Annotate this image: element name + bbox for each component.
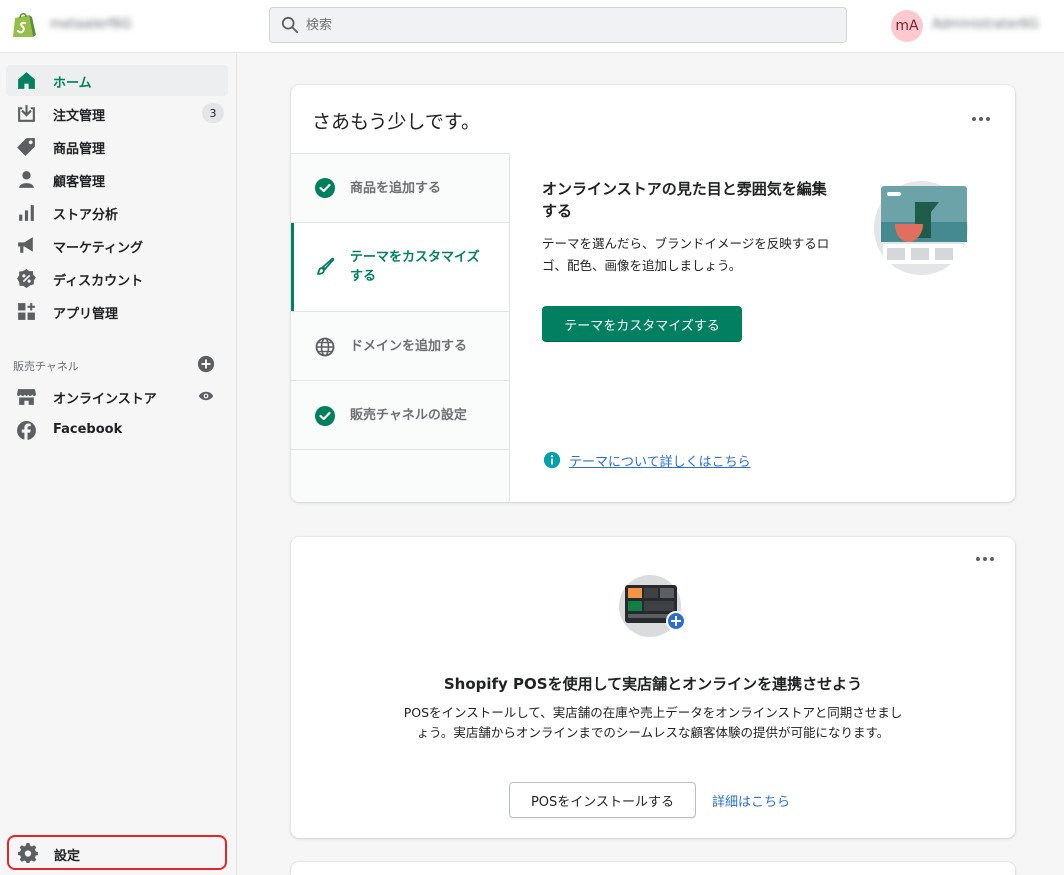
sidebar-item-home[interactable]: ホーム	[6, 65, 228, 96]
learn-more-theme-link[interactable]: テーマについて詳しくはこちら	[569, 451, 751, 470]
sidebar-item-label: Facebook	[53, 422, 123, 437]
user-name[interactable]: Administrater6G	[932, 17, 1039, 32]
sidebar-item-label: マーケティング	[53, 241, 143, 256]
check-circle-icon	[315, 178, 335, 198]
sidebar-item-label: 商品管理	[53, 142, 106, 157]
step-panel-description: テーマを選んだら、ブランドイメージを反映するロゴ、配色、画像を追加しましょう。	[542, 236, 830, 273]
sidebar-item-label: ディスカウント	[53, 274, 144, 289]
customize-theme-button[interactable]: テーマをカスタマイズする	[542, 306, 742, 342]
pos-card-description: POSをインストールして、実店舗の在庫や売上データをオンラインストアと同期させま…	[403, 705, 903, 740]
gear-icon	[18, 843, 38, 863]
more-actions-button[interactable]	[969, 113, 993, 125]
check-circle-icon	[315, 406, 335, 426]
theme-illustration	[874, 181, 968, 275]
info-icon	[543, 451, 561, 469]
sidebar-item-settings[interactable]: 設定	[7, 835, 227, 870]
store-icon	[17, 389, 36, 405]
step-panel-title: オンラインストアの見た目と雰囲気を編集する	[542, 180, 827, 220]
paintbrush-icon	[317, 257, 335, 275]
install-pos-button[interactable]: POSをインストールする	[509, 782, 696, 818]
next-card	[291, 862, 1015, 875]
pos-illustration	[619, 575, 686, 637]
apps-icon	[18, 303, 35, 320]
step-customize-theme[interactable]: テーマをカスタマイズする	[291, 223, 509, 312]
search-icon	[281, 16, 299, 34]
sidebar-item-customers[interactable]: 顧客管理	[6, 164, 228, 195]
orders-icon	[18, 105, 35, 122]
sidebar-item-label: オンラインストア	[53, 392, 157, 407]
top-bar: metaalerf6G mA Administrater6G	[0, 0, 1064, 53]
sidebar-item-label: 注文管理	[53, 109, 106, 124]
sidebar-item-apps[interactable]: アプリ管理	[6, 296, 228, 327]
sidebar-item-label: 設定	[54, 849, 81, 864]
sidebar-item-marketing[interactable]: マーケティング	[6, 230, 228, 261]
store-name[interactable]: metaalerf6G	[50, 17, 132, 32]
setup-guide-card: さあもう少しです。 商品を追加する テーマをカスタマイズする ドメインを追加する…	[291, 85, 1015, 502]
orders-count-badge: 3	[202, 103, 224, 123]
person-icon	[19, 171, 34, 188]
sidebar: ホーム 注文管理 3 商品管理 顧客管理 ストア分析 マーケティング ディスカウ…	[0, 54, 237, 875]
sidebar-item-facebook[interactable]: Facebook	[6, 415, 228, 446]
pos-details-link[interactable]: 詳細はこちら	[712, 791, 790, 810]
pos-promo-card: Shopify POSを使用して実店舗とオンラインを連携させよう POSをインス…	[291, 537, 1015, 838]
megaphone-icon	[18, 237, 33, 253]
sales-channels-heading: 販売チャネル	[13, 360, 79, 373]
sidebar-item-label: 顧客管理	[53, 175, 106, 190]
sidebar-item-label: ホーム	[53, 76, 92, 91]
sidebar-item-discounts[interactable]: ディスカウント	[6, 263, 228, 294]
sidebar-item-products[interactable]: 商品管理	[6, 131, 228, 162]
sidebar-item-label: ストア分析	[53, 208, 119, 223]
step-label: ドメインを追加する	[350, 339, 468, 354]
sidebar-item-label: アプリ管理	[53, 307, 119, 322]
setup-steps-list: 商品を追加する テーマをカスタマイズする ドメインを追加する 販売チャネルの設定	[291, 153, 510, 502]
pos-card-title: Shopify POSを使用して実店舗とオンラインを連携させよう	[443, 675, 863, 693]
step-add-product[interactable]: 商品を追加する	[291, 154, 509, 223]
facebook-icon	[17, 421, 36, 440]
globe-icon	[315, 337, 335, 357]
step-label: テーマをカスタマイズする	[350, 250, 480, 284]
step-label: 商品を追加する	[350, 181, 442, 196]
add-channel-icon[interactable]	[197, 355, 215, 373]
search-input[interactable]	[306, 8, 836, 42]
eye-icon[interactable]	[198, 389, 214, 403]
step-sales-channels[interactable]: 販売チャネルの設定	[291, 381, 509, 450]
search-bar[interactable]	[269, 7, 847, 43]
home-icon	[18, 72, 35, 89]
step-add-domain[interactable]: ドメインを追加する	[291, 312, 509, 381]
avatar[interactable]: mA	[891, 10, 923, 42]
sidebar-item-orders[interactable]: 注文管理 3	[6, 98, 228, 129]
sidebar-item-analytics[interactable]: ストア分析	[6, 197, 228, 228]
shopify-logo-icon[interactable]	[11, 11, 37, 39]
tag-icon	[17, 138, 35, 156]
bar-chart-icon	[19, 205, 34, 221]
setup-guide-title: さあもう少しです。	[312, 111, 480, 133]
more-actions-button[interactable]	[973, 553, 997, 565]
step-label: 販売チャネルの設定	[350, 408, 467, 423]
sidebar-item-online-store[interactable]: オンラインストア	[6, 381, 228, 412]
discount-icon	[17, 269, 36, 288]
